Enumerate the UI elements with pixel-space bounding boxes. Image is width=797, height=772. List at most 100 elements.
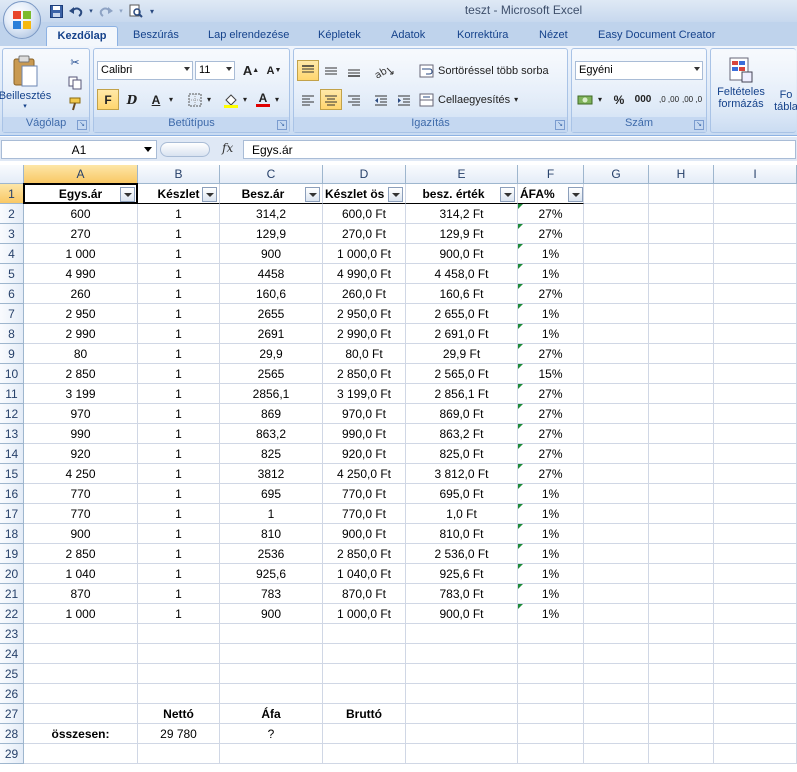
data-cell-a7[interactable]: 2 950 xyxy=(24,304,138,324)
underline-dropdown-icon[interactable]: ▾ xyxy=(166,89,176,110)
cell-h12[interactable] xyxy=(649,404,714,424)
brutto-label-cell[interactable]: Bruttó xyxy=(323,704,406,724)
data-cell-f13[interactable]: 27% xyxy=(518,424,584,444)
data-cell-a13[interactable]: 990 xyxy=(24,424,138,444)
filter-dropdown-icon[interactable] xyxy=(500,187,515,202)
data-cell-a17[interactable]: 770 xyxy=(24,504,138,524)
data-cell-e2[interactable]: 314,2 Ft xyxy=(406,204,518,224)
cell-g27[interactable] xyxy=(584,704,649,724)
cell-h5[interactable] xyxy=(649,264,714,284)
header-cell-b[interactable]: Készlet xyxy=(138,184,220,204)
format-painter-icon[interactable] xyxy=(65,95,85,113)
cell-h19[interactable] xyxy=(649,544,714,564)
row-header-19[interactable]: 19 xyxy=(0,544,24,564)
data-cell-a8[interactable]: 2 990 xyxy=(24,324,138,344)
cell-a26[interactable] xyxy=(24,684,138,704)
column-header-c[interactable]: C xyxy=(220,165,323,184)
shrink-font-button[interactable]: A ▼ xyxy=(263,60,285,81)
cell-a23[interactable] xyxy=(24,624,138,644)
data-cell-c2[interactable]: 314,2 xyxy=(220,204,323,224)
cell-g24[interactable] xyxy=(584,644,649,664)
row-header-27[interactable]: 27 xyxy=(0,704,24,724)
data-cell-b18[interactable]: 1 xyxy=(138,524,220,544)
cell-g18[interactable] xyxy=(584,524,649,544)
cell-g22[interactable] xyxy=(584,604,649,624)
cell-e29[interactable] xyxy=(406,744,518,764)
row-header-2[interactable]: 2 xyxy=(0,204,24,224)
cell-i27[interactable] xyxy=(714,704,797,724)
data-cell-c17[interactable]: 1 xyxy=(220,504,323,524)
cell-g5[interactable] xyxy=(584,264,649,284)
data-cell-a14[interactable]: 920 xyxy=(24,444,138,464)
data-cell-f14[interactable]: 27% xyxy=(518,444,584,464)
cell-c25[interactable] xyxy=(220,664,323,684)
align-top-icon[interactable] xyxy=(297,60,319,81)
row-header-28[interactable]: 28 xyxy=(0,724,24,744)
alignment-launcher-icon[interactable]: ↘ xyxy=(555,120,565,130)
data-cell-e8[interactable]: 2 691,0 Ft xyxy=(406,324,518,344)
cell-d28[interactable] xyxy=(323,724,406,744)
data-cell-b22[interactable]: 1 xyxy=(138,604,220,624)
cell-i13[interactable] xyxy=(714,424,797,444)
cell-f24[interactable] xyxy=(518,644,584,664)
merge-cells-button[interactable]: Cellaegyesítés ▾ xyxy=(419,90,518,109)
data-cell-d5[interactable]: 4 990,0 Ft xyxy=(323,264,406,284)
cell-i29[interactable] xyxy=(714,744,797,764)
data-cell-d12[interactable]: 970,0 Ft xyxy=(323,404,406,424)
data-cell-f15[interactable]: 27% xyxy=(518,464,584,484)
row-header-16[interactable]: 16 xyxy=(0,484,24,504)
copy-icon[interactable] xyxy=(65,74,85,92)
cell-i25[interactable] xyxy=(714,664,797,684)
cell-i7[interactable] xyxy=(714,304,797,324)
data-cell-d2[interactable]: 600,0 Ft xyxy=(323,204,406,224)
data-cell-c10[interactable]: 2565 xyxy=(220,364,323,384)
cell-c29[interactable] xyxy=(220,744,323,764)
cell-h2[interactable] xyxy=(649,204,714,224)
tab-kepletek[interactable]: Képletek xyxy=(318,26,361,46)
cell-g28[interactable] xyxy=(584,724,649,744)
cell-h7[interactable] xyxy=(649,304,714,324)
tab-easy-document-creator[interactable]: Easy Document Creator xyxy=(598,26,715,46)
cell-h21[interactable] xyxy=(649,584,714,604)
data-cell-e14[interactable]: 825,0 Ft xyxy=(406,444,518,464)
cell-h14[interactable] xyxy=(649,444,714,464)
cell-g11[interactable] xyxy=(584,384,649,404)
data-cell-e3[interactable]: 129,9 Ft xyxy=(406,224,518,244)
data-cell-f11[interactable]: 27% xyxy=(518,384,584,404)
grow-font-button[interactable]: A ▲ xyxy=(240,60,262,81)
font-name-dropdown[interactable]: Calibri xyxy=(97,61,193,80)
cell-g21[interactable] xyxy=(584,584,649,604)
office-button[interactable] xyxy=(3,1,41,39)
data-cell-b10[interactable]: 1 xyxy=(138,364,220,384)
header-cell-e[interactable]: besz. érték xyxy=(406,184,518,204)
cell-h22[interactable] xyxy=(649,604,714,624)
data-cell-d22[interactable]: 1 000,0 Ft xyxy=(323,604,406,624)
row-header-9[interactable]: 9 xyxy=(0,344,24,364)
data-cell-d11[interactable]: 3 199,0 Ft xyxy=(323,384,406,404)
data-cell-f6[interactable]: 27% xyxy=(518,284,584,304)
row-header-26[interactable]: 26 xyxy=(0,684,24,704)
cell-h23[interactable] xyxy=(649,624,714,644)
row-header-15[interactable]: 15 xyxy=(0,464,24,484)
data-cell-c13[interactable]: 863,2 xyxy=(220,424,323,444)
tab-adatok[interactable]: Adatok xyxy=(391,26,425,46)
data-cell-b5[interactable]: 1 xyxy=(138,264,220,284)
data-cell-c5[interactable]: 4458 xyxy=(220,264,323,284)
insert-function-icon[interactable]: fx xyxy=(222,141,233,155)
cell-e24[interactable] xyxy=(406,644,518,664)
column-header-i[interactable]: I xyxy=(714,165,797,184)
data-cell-a16[interactable]: 770 xyxy=(24,484,138,504)
align-bottom-icon[interactable] xyxy=(343,60,365,81)
cell-i6[interactable] xyxy=(714,284,797,304)
cell-a29[interactable] xyxy=(24,744,138,764)
font-size-dropdown[interactable]: 11 xyxy=(195,61,235,80)
cell-h17[interactable] xyxy=(649,504,714,524)
tab-nezet[interactable]: Nézet xyxy=(539,26,568,46)
row-header-3[interactable]: 3 xyxy=(0,224,24,244)
cell-h18[interactable] xyxy=(649,524,714,544)
data-cell-f5[interactable]: 1% xyxy=(518,264,584,284)
cell-i12[interactable] xyxy=(714,404,797,424)
fill-color-icon[interactable] xyxy=(220,89,242,110)
cell-e28[interactable] xyxy=(406,724,518,744)
align-middle-icon[interactable] xyxy=(320,60,342,81)
